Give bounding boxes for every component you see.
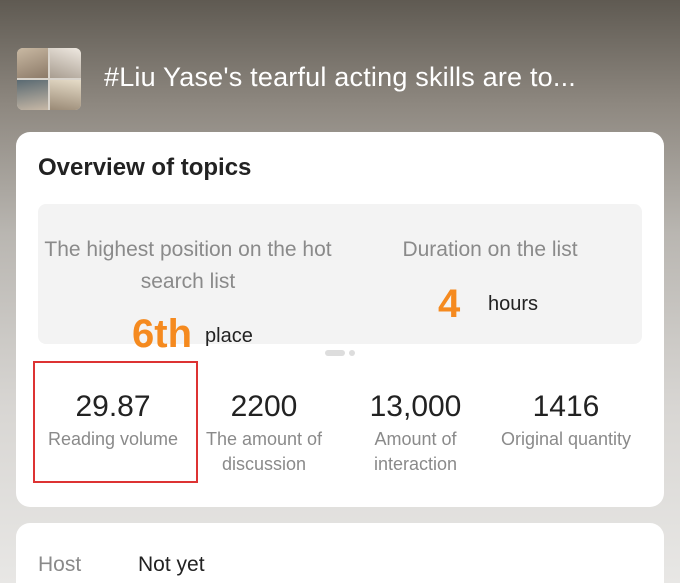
metric-discussion[interactable]: 2200 The amount of discussion <box>188 387 340 477</box>
highest-position-unit: place <box>205 325 253 347</box>
highest-position-value: 6th <box>132 312 192 356</box>
page-dot-active <box>325 350 345 356</box>
metric-reading-volume[interactable]: 29.87 Reading volume <box>38 387 188 452</box>
host-label: Host <box>38 553 82 576</box>
topic-thumbnail[interactable] <box>17 48 81 110</box>
metric-label: Amount of interaction <box>373 429 458 474</box>
metric-value: 2200 <box>230 390 298 423</box>
topic-title: #Liu Yase's tearful acting skills are to… <box>104 62 576 92</box>
metric-label: Reading volume <box>47 429 179 449</box>
duration-unit: hours <box>488 293 539 315</box>
metric-interaction[interactable]: 13,000 Amount of interaction <box>353 387 478 477</box>
duration-label: Duration on the list <box>402 238 578 261</box>
thumbnail-image-1 <box>17 48 48 78</box>
metric-value: 13,000 <box>369 390 462 423</box>
host-value: Not yet <box>138 553 205 576</box>
thumbnail-image-3 <box>17 80 48 110</box>
overview-card: Overview of topics The highest position … <box>16 132 664 507</box>
page-indicator <box>324 350 364 356</box>
metric-value: 1416 <box>532 390 600 423</box>
metric-value: 29.87 <box>75 390 151 423</box>
metric-original[interactable]: 1416 Original quantity <box>488 387 644 452</box>
page-dot <box>349 350 355 356</box>
thumbnail-image-4 <box>50 80 81 110</box>
ranking-summary[interactable]: The highest position on the hot search l… <box>38 204 642 354</box>
highest-position-label: The highest position on the hot search l… <box>44 238 332 293</box>
duration-value: 4 <box>438 282 461 326</box>
topic-header: #Liu Yase's tearful acting skills are to… <box>0 0 680 130</box>
details-card: Host Not yet <box>16 523 664 583</box>
overview-title: Overview of topics <box>38 154 252 181</box>
thumbnail-image-2 <box>50 48 81 78</box>
metric-label: Original quantity <box>500 429 632 449</box>
metric-label: The amount of discussion <box>205 429 323 474</box>
